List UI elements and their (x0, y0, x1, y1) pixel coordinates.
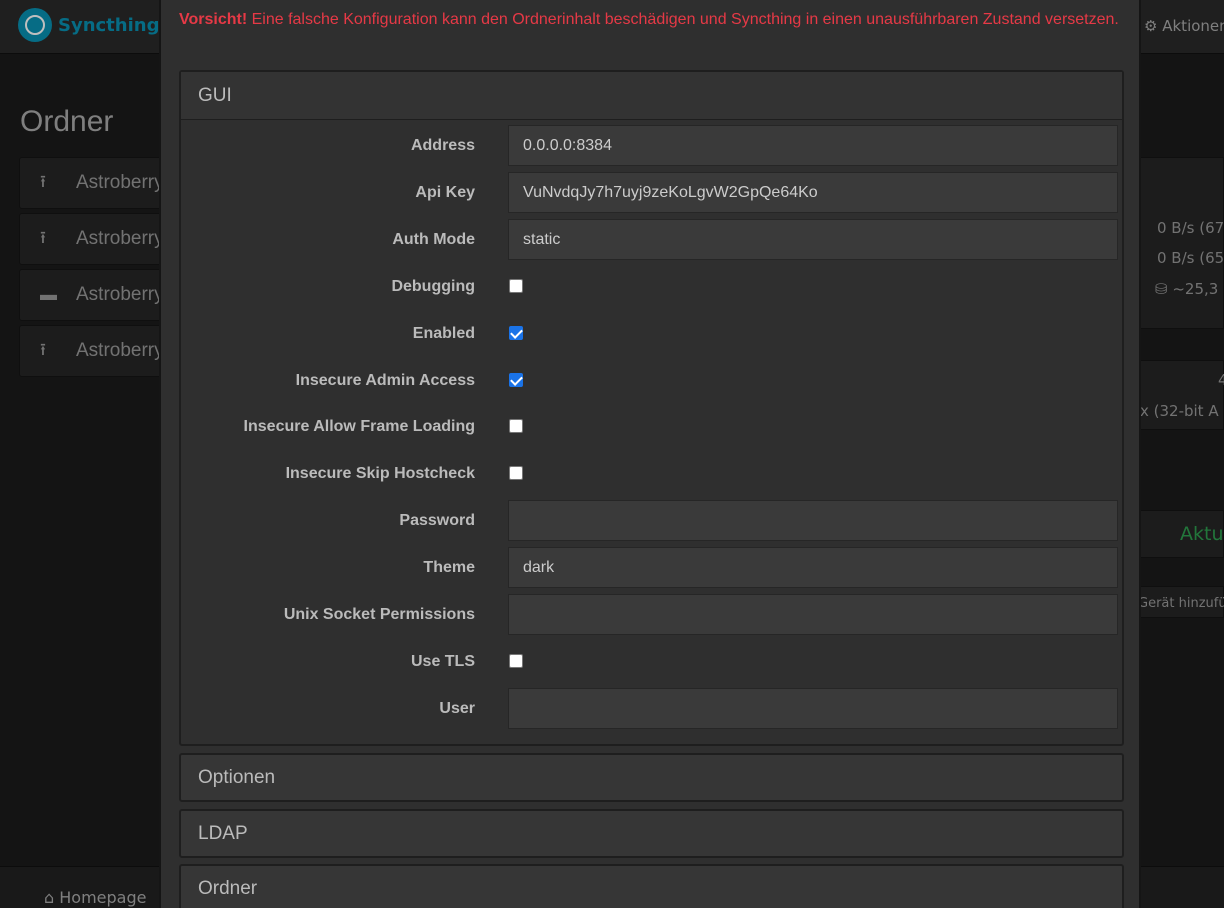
insecure-admin-access-checkbox[interactable] (509, 373, 523, 387)
theme-input[interactable] (508, 547, 1118, 588)
user-row: User (181, 688, 1122, 730)
insecure-admin-access-row: Insecure Admin Access (181, 360, 1122, 402)
gui-panel-header[interactable]: GUI (181, 72, 1122, 120)
use-tls-label: Use TLS (410, 653, 475, 670)
warning-text: Eine falsche Konfiguration kann den Ordn… (247, 11, 1119, 28)
auth-mode-row: Auth Mode (181, 219, 1122, 261)
user-input[interactable] (508, 688, 1118, 729)
insecure-allow-frame-loading-label: Insecure Allow Frame Loading (243, 418, 475, 435)
address-row: Address (181, 125, 1122, 167)
address-input[interactable] (508, 125, 1118, 166)
api-key-row: Api Key (181, 172, 1122, 214)
unix-socket-permissions-row: Unix Socket Permissions (181, 594, 1122, 636)
enabled-checkbox[interactable] (509, 326, 523, 340)
password-label: Password (399, 512, 475, 529)
api-key-label: Api Key (415, 184, 475, 201)
warning-message: Vorsicht! Eine falsche Konfiguration kan… (179, 7, 1124, 33)
warning-strong: Vorsicht! (179, 11, 248, 28)
theme-label: Theme (423, 559, 475, 576)
insecure-admin-access-label: Insecure Admin Access (295, 372, 475, 389)
auth-mode-input[interactable] (508, 219, 1118, 260)
address-label: Address (410, 137, 475, 154)
api-key-input[interactable] (508, 172, 1118, 213)
unix-socket-permissions-input[interactable] (508, 594, 1118, 635)
debugging-row: Debugging (181, 266, 1122, 308)
debugging-checkbox[interactable] (509, 279, 523, 293)
insecure-skip-hostcheck-row: Insecure Skip Hostcheck (181, 453, 1122, 495)
password-row: Password (181, 500, 1122, 542)
debugging-label: Debugging (391, 278, 475, 295)
insecure-allow-frame-loading-row: Insecure Allow Frame Loading (181, 406, 1122, 448)
user-label: User (439, 700, 475, 717)
enabled-row: Enabled (181, 313, 1122, 355)
section-ldap[interactable]: LDAP (179, 809, 1124, 858)
use-tls-row: Use TLS (181, 641, 1122, 683)
password-input[interactable] (508, 500, 1118, 541)
insecure-allow-frame-loading-checkbox[interactable] (509, 419, 523, 433)
enabled-label: Enabled (412, 325, 475, 342)
section-optionen[interactable]: Optionen (179, 753, 1124, 802)
advanced-settings-modal: Vorsicht! Eine falsche Konfiguration kan… (159, 0, 1141, 908)
insecure-skip-hostcheck-checkbox[interactable] (509, 466, 523, 480)
gui-panel: GUI Address Api Key Auth Mode Debugging … (179, 70, 1124, 746)
insecure-skip-hostcheck-label: Insecure Skip Hostcheck (285, 465, 475, 482)
theme-row: Theme (181, 547, 1122, 589)
auth-mode-label: Auth Mode (392, 231, 475, 248)
section-ordner[interactable]: Ordner (179, 864, 1124, 908)
use-tls-checkbox[interactable] (509, 654, 523, 668)
unix-socket-permissions-label: Unix Socket Permissions (283, 606, 475, 623)
